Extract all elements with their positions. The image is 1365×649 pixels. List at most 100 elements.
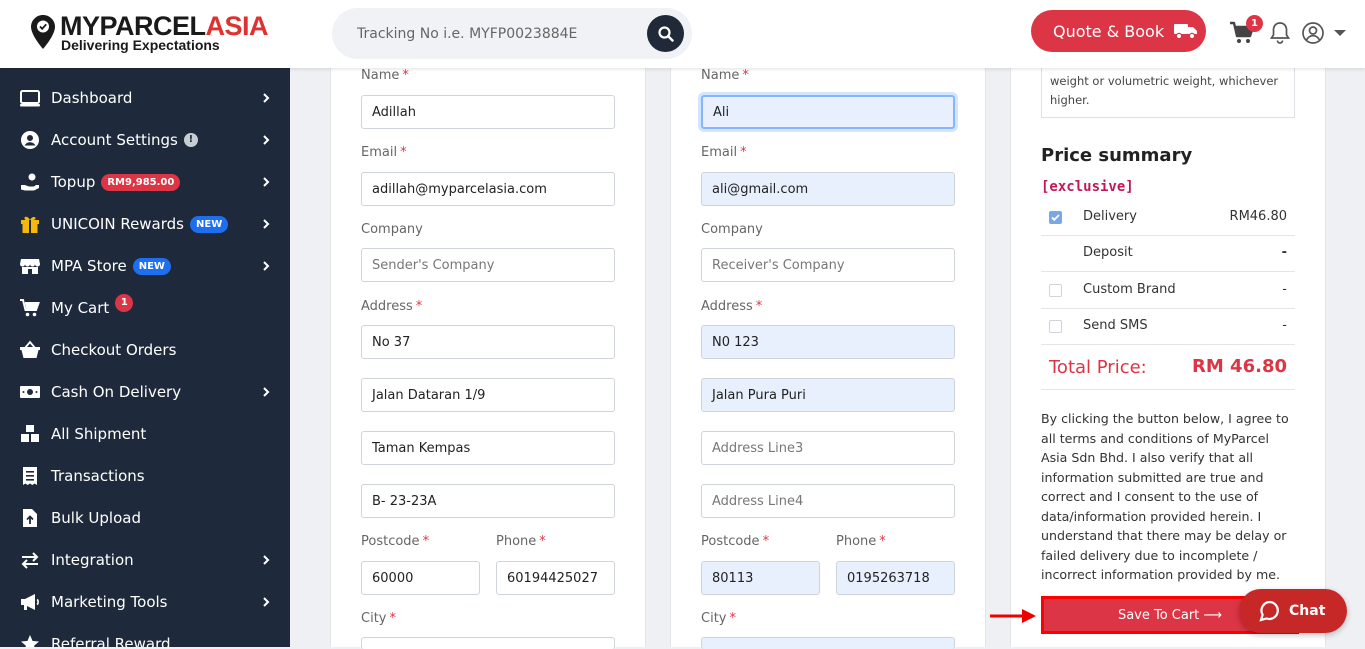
send-sms-checkbox[interactable]	[1049, 320, 1062, 333]
sidebar-item-dashboard[interactable]: Dashboard	[0, 81, 290, 115]
bell-icon[interactable]	[1267, 20, 1293, 46]
sender-email-field[interactable]: adillah@myparcelasia.com	[361, 172, 615, 206]
price-row-label: Custom Brand	[1083, 282, 1176, 297]
price-row-delivery: Delivery RM46.80	[1041, 200, 1295, 236]
sender-name-label: Name *	[361, 68, 409, 83]
receiver-email-label: Email *	[701, 145, 747, 160]
sidebar-item-integration[interactable]: Integration	[0, 543, 290, 577]
quote-and-book-label: Quote & Book	[1053, 21, 1165, 41]
sender-address-line1-field[interactable]: No 37	[361, 325, 615, 359]
custom-brand-checkbox[interactable]	[1049, 284, 1062, 297]
sender-city-field[interactable]	[361, 637, 615, 649]
sidebar-item-marketing-tools[interactable]: Marketing Tools	[0, 585, 290, 619]
quote-and-book-button[interactable]: Quote & Book	[1031, 10, 1206, 52]
receiver-address-line3-field[interactable]: Address Line3	[701, 431, 955, 465]
sidebar-item-referral-reward[interactable]: Referral Reward	[0, 627, 290, 647]
sidebar-item-label: Bulk Upload	[51, 509, 141, 527]
receiver-name-field[interactable]: Ali	[701, 95, 955, 129]
receiver-phone-label: Phone *	[836, 534, 886, 549]
user-avatar-icon[interactable]	[1301, 20, 1327, 46]
sender-address-line4-field[interactable]: B- 23-23A	[361, 484, 615, 518]
chevron-right-icon	[263, 135, 270, 145]
price-row-deposit: Deposit -	[1041, 236, 1295, 272]
receiver-postcode-field[interactable]: 80113	[701, 561, 820, 595]
sidebar-item-all-shipment[interactable]: All Shipment	[0, 417, 290, 451]
location-pin-icon	[31, 15, 55, 49]
top-bar: MYPARCELASIA Delivering Expectations Quo…	[0, 0, 1365, 68]
sidebar-item-mpa-store[interactable]: MPA Store NEW	[0, 249, 290, 283]
sender-company-field[interactable]: Sender's Company	[361, 248, 615, 282]
receiver-address-line2-field[interactable]: Jalan Pura Puri	[701, 378, 955, 412]
cart-count-badge: 1	[115, 294, 134, 312]
chevron-right-icon	[263, 597, 270, 607]
sidebar-item-label: My Cart 1	[51, 294, 134, 317]
sidebar-item-checkout-orders[interactable]: Checkout Orders	[0, 333, 290, 367]
tracking-search-input[interactable]	[332, 8, 632, 59]
sidebar-item-label: UNICOIN Rewards NEW	[51, 215, 229, 233]
search-icon	[657, 25, 674, 42]
price-row-label: Delivery	[1083, 209, 1137, 224]
receiver-postcode-label: Postcode *	[701, 534, 770, 549]
sidebar-item-label: MPA Store NEW	[51, 257, 171, 275]
chat-bubble-icon	[1259, 600, 1279, 622]
receiver-company-field[interactable]: Receiver's Company	[701, 248, 955, 282]
arrows-exchange-icon	[21, 552, 39, 569]
store-icon	[20, 259, 40, 274]
chat-label: Chat	[1289, 603, 1326, 619]
cart-count-badge: 1	[1246, 15, 1263, 32]
file-upload-icon	[23, 509, 37, 527]
receiver-company-label: Company	[701, 222, 763, 237]
sidebar-item-label: Transactions	[51, 467, 145, 485]
receiver-phone-field[interactable]: 0195263718	[836, 561, 955, 595]
sidebar-item-cash-on-delivery[interactable]: Cash On Delivery	[0, 375, 290, 409]
receiver-address-label: Address *	[701, 299, 763, 314]
brand-name: MYPARCELASIA	[60, 11, 269, 41]
total-price-label: Total Price:	[1049, 357, 1147, 378]
chevron-right-icon	[263, 93, 270, 103]
sidebar-item-topup[interactable]: Topup RM9,985.00	[0, 165, 290, 199]
chevron-down-icon[interactable]	[1333, 28, 1347, 38]
delivery-checkbox[interactable]	[1049, 211, 1062, 224]
sidebar-item-account-settings[interactable]: Account Settings!	[0, 123, 290, 157]
sidebar-item-bulk-upload[interactable]: Bulk Upload	[0, 501, 290, 535]
sidebar-item-unicoin-rewards[interactable]: UNICOIN Rewards NEW	[0, 207, 290, 241]
truck-icon	[1174, 24, 1198, 40]
megaphone-icon	[21, 594, 39, 610]
sender-phone-label: Phone *	[496, 534, 546, 549]
sidebar-item-transactions[interactable]: Transactions	[0, 459, 290, 493]
sender-company-label: Company	[361, 222, 423, 237]
price-row-label: Deposit	[1083, 245, 1133, 260]
brand-logo[interactable]: MYPARCELASIA Delivering Expectations	[30, 12, 280, 56]
cart-icon	[20, 299, 40, 317]
sidebar-item-label: Integration	[51, 551, 134, 569]
sender-address-line2-field[interactable]: Jalan Dataran 1/9	[361, 378, 615, 412]
sidebar-item-my-cart[interactable]: My Cart 1	[0, 291, 290, 325]
search-button[interactable]	[647, 15, 684, 52]
sender-postcode-field[interactable]: 60000	[361, 561, 480, 595]
sender-name-field[interactable]: Adillah	[361, 95, 615, 129]
price-row-label: Send SMS	[1083, 318, 1148, 333]
sender-phone-field[interactable]: 60194425027	[496, 561, 615, 595]
sender-email-label: Email *	[361, 145, 407, 160]
exclusive-tag: [exclusive]	[1041, 179, 1134, 195]
receiver-email-field[interactable]: ali@gmail.com	[701, 172, 955, 206]
basket-icon	[20, 340, 40, 358]
receiver-city-label: City *	[701, 611, 736, 626]
receiver-address-line1-field[interactable]: N0 123	[701, 325, 955, 359]
sidebar-item-label: Topup RM9,985.00	[51, 173, 181, 191]
sender-address-label: Address *	[361, 299, 423, 314]
receiver-address-line4-field[interactable]: Address Line4	[701, 484, 955, 518]
sidebar: Dashboard Account Settings! Topup RM9,985…	[0, 68, 290, 647]
sidebar-item-label: Checkout Orders	[51, 341, 177, 359]
monitor-icon	[20, 90, 40, 107]
chevron-right-icon	[263, 177, 270, 187]
receiver-city-field[interactable]	[701, 637, 955, 649]
sender-address-line3-field[interactable]: Taman Kempas	[361, 431, 615, 465]
new-badge: NEW	[190, 215, 229, 233]
sender-city-label: City *	[361, 611, 396, 626]
price-row-value: -	[1281, 245, 1287, 260]
tracking-search	[332, 8, 692, 59]
cash-icon	[20, 386, 40, 398]
receiver-name-label: Name *	[701, 68, 749, 83]
chat-button[interactable]: Chat	[1239, 589, 1347, 633]
